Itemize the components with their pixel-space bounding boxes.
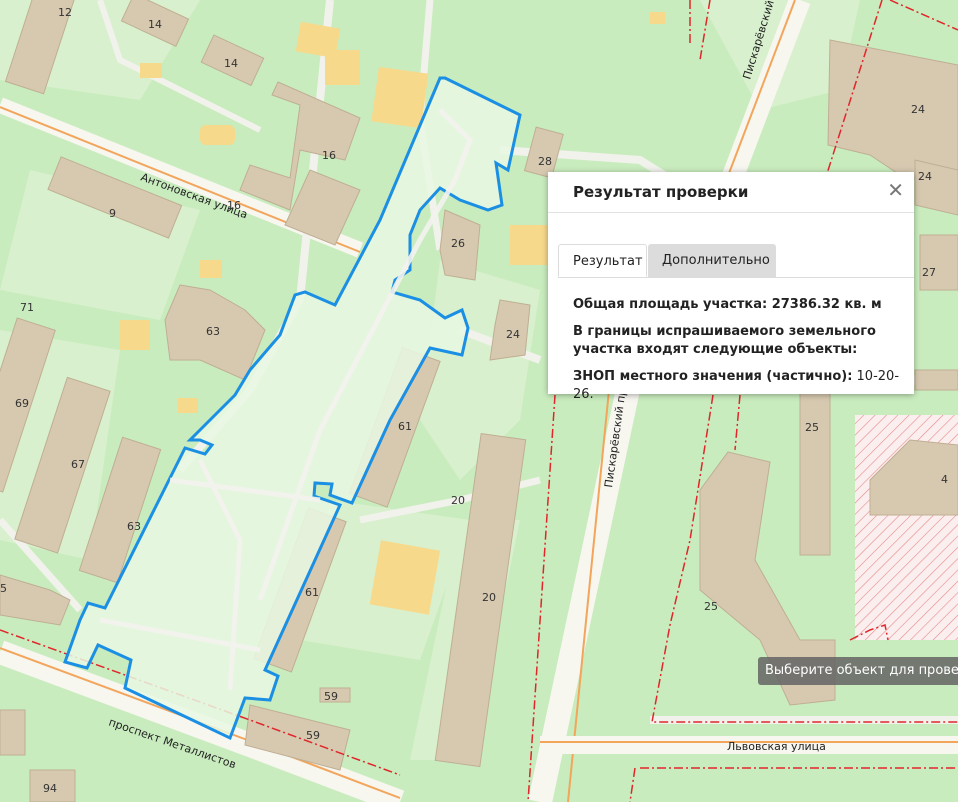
- street-label-lvovskaya: Львовская улица: [727, 740, 826, 753]
- check-result-popup: Результат проверки ✕ Результат Дополните…: [548, 172, 914, 402]
- house-number: 9: [109, 207, 116, 220]
- house-number: 14: [148, 18, 162, 31]
- house-number: 26: [451, 237, 465, 250]
- house-number: 24: [918, 170, 932, 183]
- zone-label: ЗНОП местного значения (частично):: [573, 369, 853, 384]
- house-number: 24: [911, 103, 925, 116]
- house-number: 4: [941, 473, 948, 486]
- house-number: 27: [922, 266, 936, 279]
- area-text: Общая площадь участка: 27386.32 кв. м: [573, 297, 882, 312]
- house-number: 63: [206, 325, 220, 338]
- popup-header: Результат проверки ✕: [548, 172, 914, 213]
- house-number: 16: [322, 149, 336, 162]
- house-number: 12: [58, 6, 72, 19]
- house-number: 25: [805, 421, 819, 434]
- house-number: 71: [20, 301, 34, 314]
- house-number: 20: [451, 494, 465, 507]
- house-number: 69: [15, 397, 29, 410]
- popup-tabs: Результат Дополнительно: [558, 244, 914, 278]
- house-number: 61: [398, 420, 412, 433]
- house-number: 28: [538, 155, 552, 168]
- popup-body: Общая площадь участка: 27386.32 кв. м В …: [573, 296, 899, 413]
- tab-result[interactable]: Результат: [558, 244, 647, 277]
- house-number: 25: [704, 600, 718, 613]
- select-object-tooltip: Выберите объект для проверки: [758, 657, 958, 685]
- house-number: 59: [306, 729, 320, 742]
- house-number: 24: [506, 328, 520, 341]
- house-number: 16: [227, 199, 241, 212]
- boundaries-text: В границы испрашиваемого земельного учас…: [573, 324, 876, 357]
- house-number: 14: [224, 57, 238, 70]
- house-number: 61: [305, 586, 319, 599]
- house-number: 94: [43, 782, 57, 795]
- house-number: 63: [127, 520, 141, 533]
- house-number: 59: [324, 690, 338, 703]
- popup-title: Результат проверки: [573, 183, 749, 201]
- house-number: 20: [482, 591, 496, 604]
- tab-additional[interactable]: Дополнительно: [648, 244, 776, 277]
- house-number: 67: [71, 458, 85, 471]
- house-number: 5: [0, 582, 7, 595]
- close-icon[interactable]: ✕: [887, 180, 904, 200]
